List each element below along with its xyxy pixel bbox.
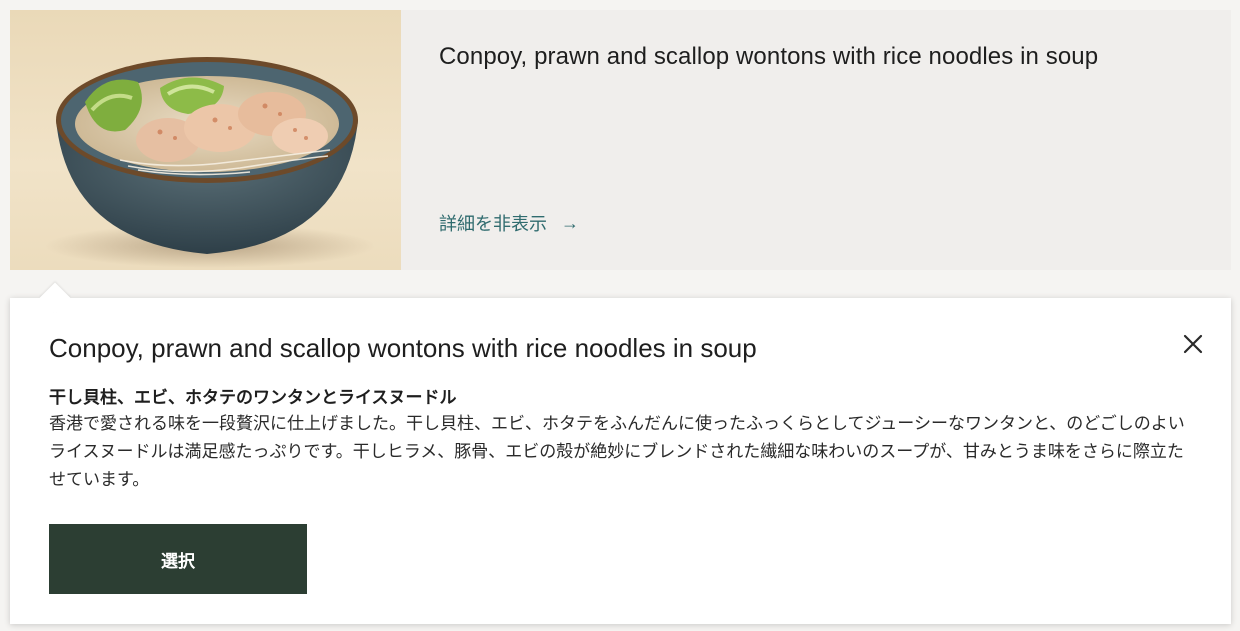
arrow-right-icon: → [561,212,579,233]
japanese-meal-name: 干し貝柱、エビ、ホタテのワンタンとライスヌードル [49,388,457,407]
hide-details-link[interactable]: 詳細を非表示 → [439,210,579,236]
meal-description: 香港で愛される味を一段贅沢に仕上げました。干し貝柱、エビ、ホタテをふんだんに使っ… [49,414,1185,489]
detail-title: Conpoy, prawn and scallop wontons with r… [49,333,757,363]
meal-card: Conpoy, prawn and scallop wontons with r… [10,10,1231,270]
meal-title: Conpoy, prawn and scallop wontons with r… [439,43,1099,70]
meal-detail-panel: Conpoy, prawn and scallop wontons with r… [10,282,1231,624]
dish-image [10,10,401,270]
select-button[interactable]: 選択 [49,524,307,594]
meal-card-body: Conpoy, prawn and scallop wontons with r… [401,10,1231,270]
hide-details-label: 詳細を非表示 [439,214,547,234]
close-icon[interactable] [1181,332,1205,356]
